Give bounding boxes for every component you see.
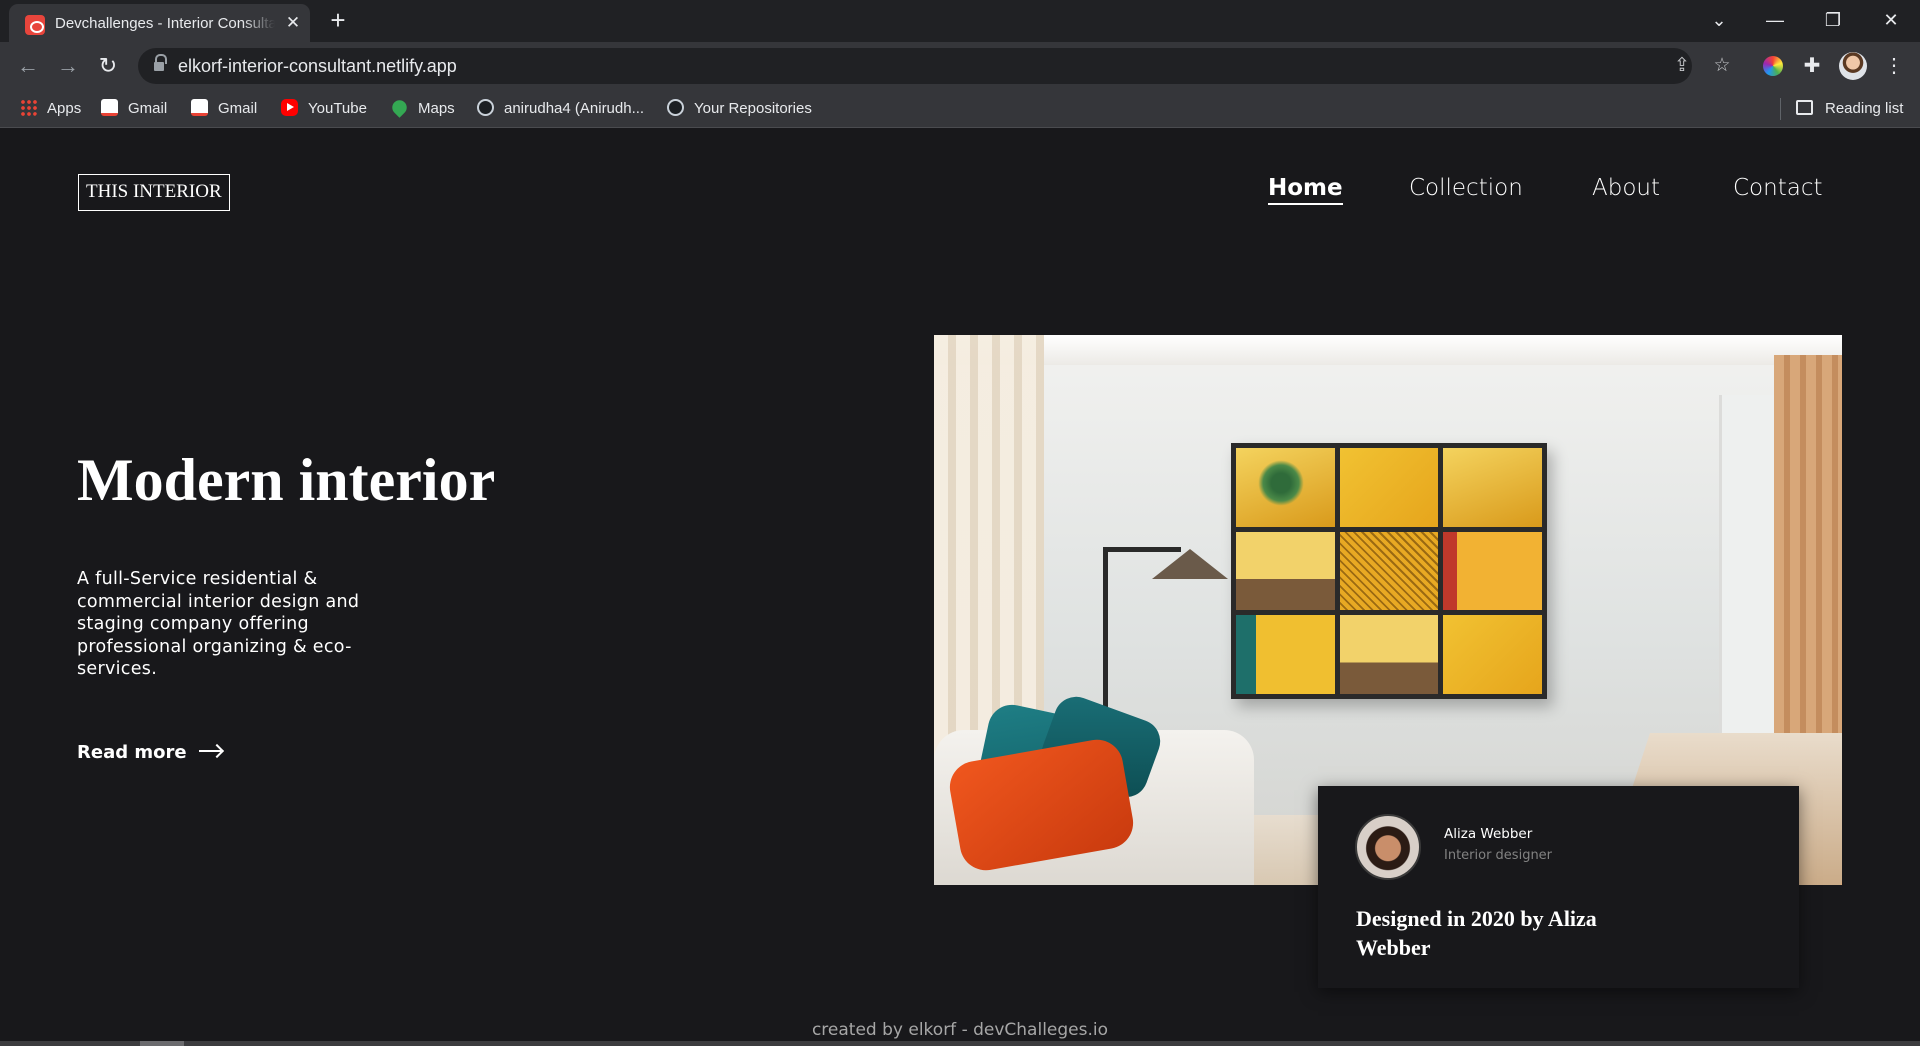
site-favicon-icon	[25, 15, 45, 35]
address-bar[interactable]: elkorf-interior-consultant.netlify.app ⇪	[138, 48, 1692, 84]
bookmarks-bar: Apps Gmail Gmail YouTube Maps anirudha4 …	[0, 90, 1920, 128]
extensions-puzzle-icon[interactable]: ✚	[1798, 52, 1826, 80]
reading-list-button[interactable]: Reading list	[1796, 98, 1903, 120]
art-plant	[1258, 460, 1304, 506]
reload-icon[interactable]: ↻	[94, 52, 122, 80]
forward-icon[interactable]: →	[54, 52, 82, 80]
read-more-label: Read more	[77, 742, 187, 763]
horizontal-scrollbar[interactable]	[0, 1041, 1920, 1046]
art-panel	[1236, 615, 1335, 694]
art-panel	[1339, 448, 1439, 527]
reading-list-icon	[1796, 100, 1813, 115]
tab-title: Devchallenges - Interior Consultant	[55, 15, 275, 32]
photo-ceiling	[934, 335, 1842, 365]
bookmark-gmail-2[interactable]: Gmail	[191, 98, 257, 120]
github-icon	[477, 99, 494, 116]
maps-icon	[389, 97, 410, 118]
browser-menu-icon[interactable]: ⋮	[1880, 52, 1908, 80]
github-icon	[667, 99, 684, 116]
youtube-icon	[281, 99, 298, 116]
nav-link-home[interactable]: Home	[1268, 175, 1343, 205]
close-window-icon[interactable]: ✕	[1876, 8, 1906, 32]
art-panel	[1443, 531, 1542, 611]
bookmark-github-profile[interactable]: anirudha4 (Anirudh...	[477, 98, 644, 120]
designer-credit: Designed in 2020 by Aliza Webber	[1356, 906, 1597, 960]
lock-icon[interactable]	[154, 54, 167, 72]
new-tab-button[interactable]: +	[324, 6, 352, 34]
gmail-icon	[191, 99, 208, 116]
nav-link-about[interactable]: About	[1592, 175, 1660, 201]
nav-link-contact[interactable]: Contact	[1733, 175, 1822, 201]
color-picker-extension-icon[interactable]	[1763, 56, 1783, 76]
apps-grid-icon	[20, 99, 37, 116]
nav-link-collection[interactable]: Collection	[1409, 175, 1523, 201]
art-panel	[1236, 531, 1335, 611]
share-icon[interactable]: ⇪	[1670, 54, 1694, 78]
bookmark-maps[interactable]: Maps	[389, 97, 455, 120]
photo-wall-art	[1231, 443, 1547, 699]
designer-name: Aliza Webber	[1444, 826, 1533, 842]
browser-toolbar: ← → ↻ elkorf-interior-consultant.netlify…	[0, 42, 1920, 90]
art-panel	[1339, 531, 1439, 611]
art-panel	[1443, 448, 1542, 527]
minimize-icon[interactable]: —	[1760, 8, 1790, 32]
art-panel	[1339, 615, 1439, 694]
bookmark-youtube[interactable]: YouTube	[281, 98, 367, 120]
bookmark-your-repositories[interactable]: Your Repositories	[667, 98, 812, 120]
tab-search-icon[interactable]: ⌄	[1704, 8, 1734, 32]
read-more-link[interactable]: Read more	[77, 742, 221, 763]
bookmark-apps[interactable]: Apps	[20, 98, 81, 120]
browser-tab-strip: Devchallenges - Interior Consultant ✕ + …	[0, 0, 1920, 42]
bookmarks-divider	[1780, 98, 1781, 120]
bookmark-star-icon[interactable]: ☆	[1710, 54, 1734, 78]
bookmark-gmail[interactable]: Gmail	[101, 98, 167, 120]
footer-credit: created by elkorf - devChalleges.io	[811, 1020, 1109, 1040]
hero-description: A full-Service residential & commercial …	[77, 569, 360, 679]
site-logo[interactable]: THIS INTERIOR	[78, 174, 230, 211]
close-tab-icon[interactable]: ✕	[283, 13, 303, 33]
web-page: THIS INTERIOR Home Collection About Cont…	[0, 128, 1920, 1046]
arrow-right-icon	[198, 750, 221, 752]
restore-icon[interactable]: ❐	[1818, 8, 1848, 32]
scrollbar-thumb[interactable]	[140, 1041, 184, 1046]
designer-role: Interior designer	[1444, 848, 1553, 863]
art-panel	[1236, 448, 1335, 527]
back-icon[interactable]: ←	[14, 52, 42, 80]
hero-title: Modern interior	[77, 447, 496, 513]
url-text[interactable]: elkorf-interior-consultant.netlify.app	[178, 56, 457, 77]
photo-lamp-shade	[1152, 549, 1228, 579]
profile-avatar[interactable]	[1839, 52, 1867, 80]
designer-card: Aliza Webber Interior designer Designed …	[1318, 786, 1799, 988]
browser-tab[interactable]: Devchallenges - Interior Consultant ✕	[9, 4, 310, 42]
designer-avatar	[1355, 814, 1421, 880]
art-panel	[1443, 615, 1542, 694]
gmail-icon	[101, 99, 118, 116]
